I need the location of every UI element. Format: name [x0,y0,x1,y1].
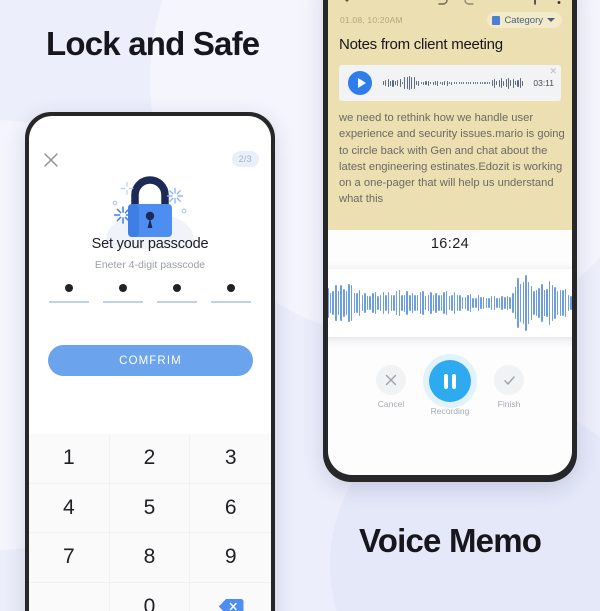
passcode-input[interactable] [49,284,251,303]
check-icon [494,365,524,395]
key-9[interactable]: 9 [190,533,271,583]
check-icon[interactable] [340,0,358,6]
chevron-down-icon [547,18,555,22]
key-6[interactable]: 6 [190,484,271,533]
close-icon [376,365,406,395]
backspace-icon[interactable] [190,583,271,611]
note-body-text: we need to rethink how we handle user ex… [339,112,565,206]
cancel-button[interactable]: Cancel [376,365,406,409]
audio-duration: 03:11 [533,78,554,88]
recorder-controls: Cancel Recording Finish [328,360,572,420]
key-8[interactable]: 8 [109,533,191,583]
passcode-underline [157,301,197,303]
finish-button[interactable]: Finish [494,365,524,409]
note-editor: 01.08, 10:20AM Category Notes from clien… [328,0,572,230]
finish-label: Finish [497,399,521,409]
passcode-digit-1 [49,284,89,303]
passcode-digit-3 [157,284,197,303]
passcode-dot [173,284,181,292]
key-blank [29,582,110,611]
pin-icon[interactable] [526,0,544,6]
category-dropdown[interactable]: Category [487,12,562,28]
lock-screen: 2/3 Set your passcode Eneter 4-digit pas… [29,116,271,611]
recording-button[interactable]: Recording [429,360,471,416]
more-vertical-icon[interactable] [550,0,568,6]
play-icon[interactable] [348,71,372,95]
lock-screen-subtitle: Eneter 4-digit passcode [94,259,206,271]
passcode-underline [49,301,89,303]
passcode-dot [227,284,235,292]
category-label: Category [504,14,543,26]
key-0[interactable]: 0 [110,582,191,611]
audio-player[interactable]: 03:11 ✕ [339,65,561,101]
key-5[interactable]: 5 [109,483,191,533]
voice-memo-screen: 01.08, 10:20AM Category Notes from clien… [328,0,572,475]
passcode-dot [65,284,73,292]
page-title-lock-and-safe: Lock and Safe [46,25,260,62]
numeric-keypad[interactable]: 1 2 3 4 5 6 7 8 9 0 [29,434,271,611]
recording-timer: 16:24 [430,236,470,252]
page-title-voice-memo: Voice Memo [359,522,542,559]
category-color-icon [492,15,501,25]
lock-screen-title: Set your passcode [91,236,209,252]
recording-waveform [328,273,572,333]
passcode-underline [103,301,143,303]
note-timestamp: 01.08, 10:20AM [340,15,403,25]
redo-icon[interactable] [462,0,480,6]
undo-icon[interactable] [432,0,450,6]
step-indicator-badge: 2/3 [231,151,259,167]
phone-frame-right: 01.08, 10:20AM Category Notes from clien… [323,0,577,482]
key-3[interactable]: 3 [190,434,271,484]
key-2[interactable]: 2 [109,434,191,484]
phone-frame-left: 2/3 Set your passcode Eneter 4-digit pas… [25,112,275,611]
passcode-digit-4 [211,284,251,303]
passcode-underline [211,301,251,303]
audio-waveform [383,73,524,93]
passcode-digit-2 [103,284,143,303]
key-7[interactable]: 7 [29,533,110,583]
app-screenshot: Lock and Safe Voice Memo 2/3 Set your pa… [0,0,600,611]
note-title: Notes from client meeting [339,36,503,53]
close-icon[interactable]: ✕ [549,66,557,77]
pause-icon [429,360,471,402]
key-4[interactable]: 4 [29,483,110,533]
note-toolbar [328,0,572,10]
recording-waveform-card [328,269,572,337]
key-1[interactable]: 1 [29,434,110,484]
close-icon[interactable] [41,150,61,170]
confirm-button[interactable]: COMFRIM [48,345,253,376]
recording-label: Recording [430,406,470,416]
passcode-dot [119,284,127,292]
cancel-label: Cancel [377,399,405,409]
